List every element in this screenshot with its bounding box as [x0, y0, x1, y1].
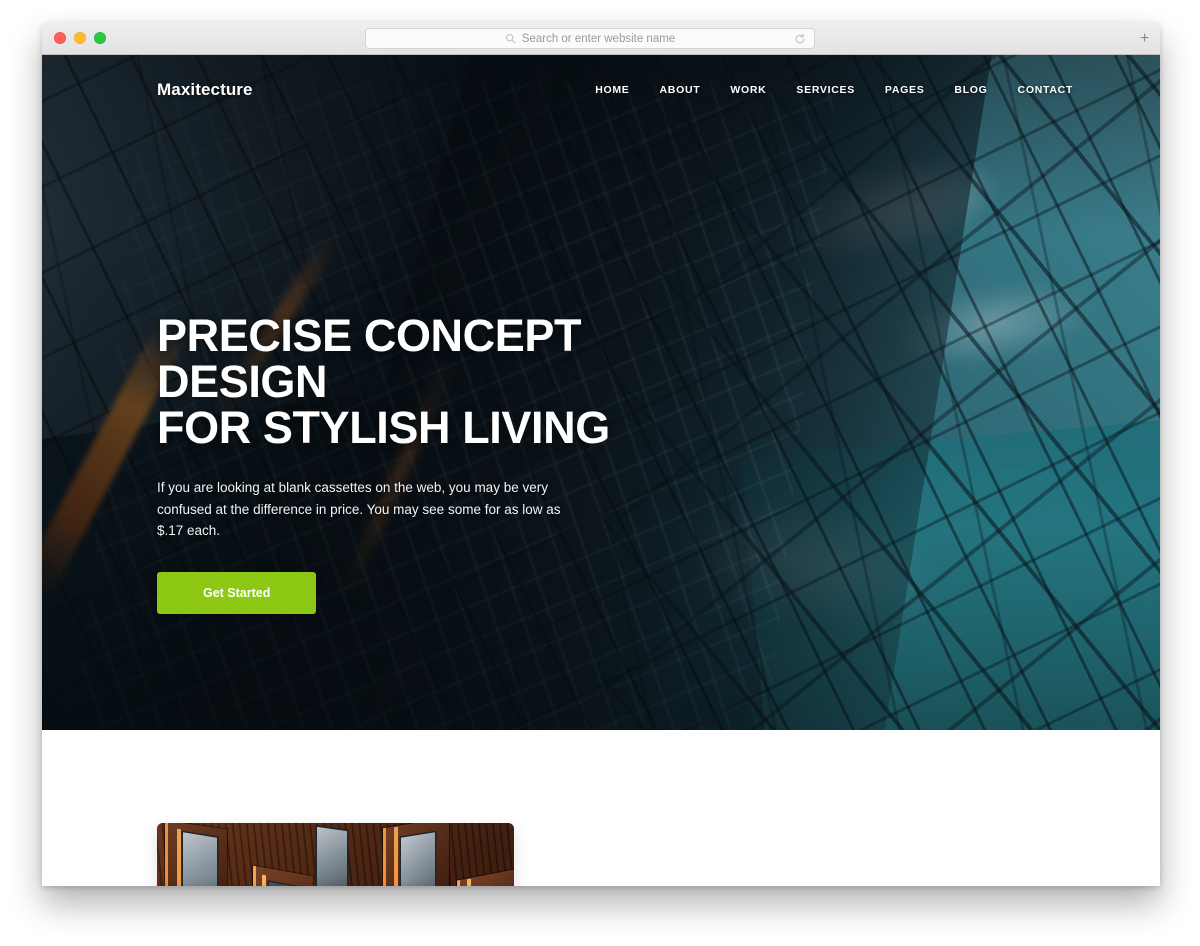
main-navigation: HOME ABOUT WORK SERVICES PAGES BLOG CONT… [580, 78, 1088, 102]
nav-item-blog[interactable]: BLOG [939, 78, 1002, 102]
close-window-button[interactable] [54, 32, 66, 44]
site-header: Maxitecture HOME ABOUT WORK SERVICES PAG… [42, 55, 1160, 125]
search-icon [505, 33, 516, 44]
projects-section [42, 730, 1160, 886]
window-controls [54, 32, 106, 44]
hero-subtitle: If you are looking at blank cassettes on… [157, 479, 561, 539]
hero-section: Maxitecture HOME ABOUT WORK SERVICES PAG… [42, 55, 1160, 730]
nav-item-about[interactable]: ABOUT [645, 78, 716, 102]
nav-item-services[interactable]: SERVICES [781, 78, 870, 102]
hero-headline-line-1: PRECISE CONCEPT DESIGN [157, 310, 582, 407]
hero-headline-line-2: FOR STYLISH LIVING [157, 401, 610, 453]
hero-content: PRECISE CONCEPT DESIGN FOR STYLISH LIVIN… [157, 313, 677, 615]
minimize-window-button[interactable] [74, 32, 86, 44]
project-card[interactable] [157, 823, 514, 886]
nav-item-work[interactable]: WORK [715, 78, 781, 102]
page-viewport: Maxitecture HOME ABOUT WORK SERVICES PAG… [42, 55, 1160, 886]
site-logo[interactable]: Maxitecture [157, 80, 253, 100]
reload-icon[interactable] [794, 32, 806, 45]
browser-window: Search or enter website name + Maxitectu… [42, 22, 1160, 886]
hero-headline: PRECISE CONCEPT DESIGN FOR STYLISH LIVIN… [157, 313, 677, 451]
nav-item-home[interactable]: HOME [580, 78, 644, 102]
address-bar-placeholder: Search or enter website name [521, 32, 676, 45]
browser-toolbar: Search or enter website name + [42, 22, 1160, 55]
get-started-button[interactable]: Get Started [157, 572, 317, 615]
new-tab-button[interactable]: + [1133, 27, 1156, 50]
nav-item-pages[interactable]: PAGES [870, 78, 939, 102]
nav-item-contact[interactable]: CONTACT [1003, 78, 1088, 102]
address-bar[interactable]: Search or enter website name [365, 28, 815, 49]
project-card-image [157, 823, 514, 886]
maximize-window-button[interactable] [94, 32, 106, 44]
